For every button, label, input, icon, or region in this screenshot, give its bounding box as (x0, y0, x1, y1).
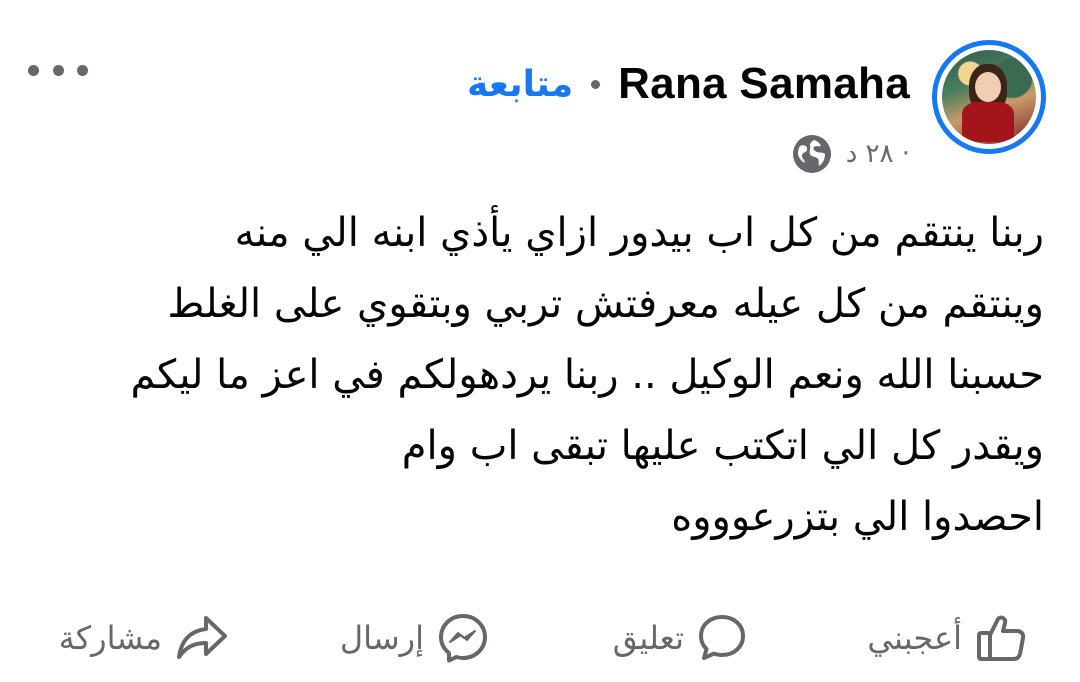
author-avatar[interactable] (932, 40, 1046, 154)
post-time[interactable]: ٢٨ د · (846, 139, 910, 169)
share-label: مشاركة (58, 619, 162, 657)
thumbs-up-icon (977, 615, 1026, 661)
separator-dot (591, 79, 601, 89)
follow-link[interactable]: متابعة (467, 64, 573, 105)
more-dots-icon (28, 64, 39, 76)
post-body: ربنا ينتقم من كل اب بيدور ازاي يأذي ابنه… (44, 198, 1044, 553)
globe-icon (792, 135, 831, 173)
more-dot (52, 64, 64, 76)
send-button[interactable]: إرسال (340, 610, 490, 666)
post-meta: ٢٨ د · (790, 132, 910, 176)
post-text-line: احصدوا الي بتزرعوووه (671, 494, 1044, 540)
author-name[interactable]: Rana Samaha (618, 59, 910, 109)
share-arrow-icon (177, 616, 227, 659)
like-label: أعجبني (867, 619, 962, 657)
more-dot (77, 64, 88, 76)
comment-bubble-icon (699, 615, 745, 660)
more-options-button[interactable] (28, 52, 88, 88)
like-button[interactable]: أعجبني (867, 610, 1028, 666)
post-header: Rana Samaha متابعة (467, 56, 910, 112)
post-card: Rana Samaha متابعة ٢٨ د · ربنا ينتقم من … (0, 0, 1080, 682)
post-text-line: وينتقم من كل عيله معرفتش تربي وبتقوي على… (167, 281, 1044, 327)
send-label: إرسال (339, 619, 424, 657)
post-text-line: ويقدر كل الي اتكتب عليها تبقى اب وام (401, 423, 1044, 469)
avatar-dress (962, 102, 1014, 142)
comment-label: تعليق (612, 619, 684, 657)
post-text-line: حسبنا الله ونعم الوكيل .. ربنا يردهولكم … (130, 352, 1044, 398)
avatar-photo (942, 50, 1036, 144)
comment-button[interactable]: تعليق (613, 610, 748, 666)
post-text-line: ربنا ينتقم من كل اب بيدور ازاي يأذي ابنه… (234, 210, 1044, 256)
action-bar: أعجبني تعليق إرسال مشاركة (0, 604, 1080, 674)
messenger-icon (439, 614, 487, 663)
avatar-face (975, 72, 1001, 102)
share-button[interactable]: مشاركة (59, 610, 230, 666)
